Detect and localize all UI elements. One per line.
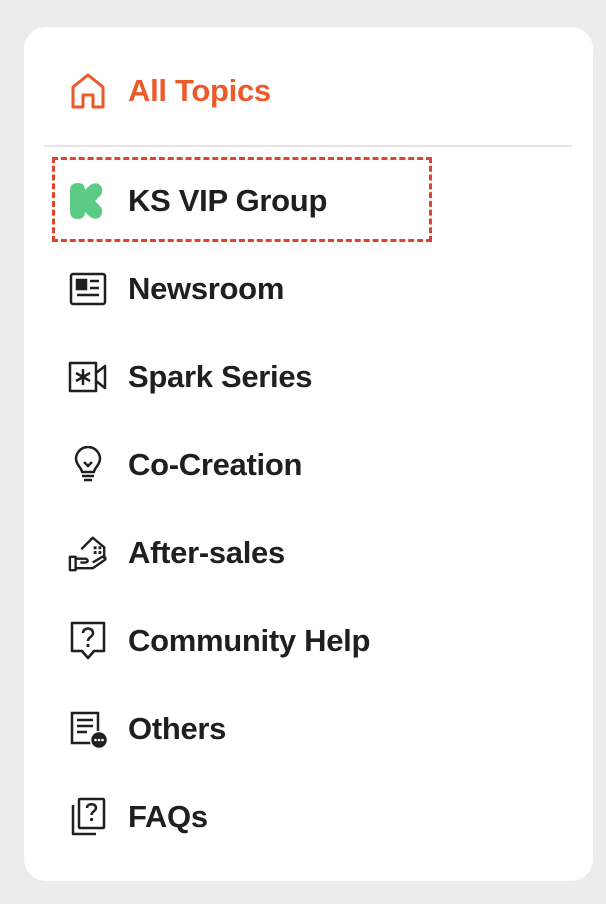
menu-item-label: All Topics [128, 73, 271, 108]
menu-item-label: Newsroom [128, 271, 285, 306]
menu-item-faqs[interactable]: FAQs [68, 789, 548, 845]
question-cards-icon [68, 797, 108, 837]
document-more-icon [68, 709, 108, 749]
topics-panel: All Topics KS VIP Group Newsroom Spark S… [24, 27, 593, 881]
menu-item-label: Spark Series [128, 359, 313, 394]
menu-item-label: Community Help [128, 623, 371, 658]
divider [44, 145, 572, 147]
menu-item-co-creation[interactable]: Co-Creation [68, 437, 548, 493]
menu-item-label: FAQs [128, 799, 208, 834]
menu-item-newsroom[interactable]: Newsroom [68, 261, 548, 317]
menu-item-community-help[interactable]: Community Help [68, 613, 548, 669]
menu-item-label: KS VIP Group [128, 183, 328, 218]
menu-item-label: After-sales [128, 535, 285, 570]
ks-logo-icon [68, 181, 108, 221]
newspaper-icon [68, 269, 108, 309]
menu-item-ks-vip-group[interactable]: KS VIP Group [68, 173, 548, 229]
lightbulb-icon [68, 445, 108, 485]
menu-item-label: Co-Creation [128, 447, 303, 482]
menu-item-after-sales[interactable]: After-sales [68, 525, 548, 581]
question-bubble-icon [68, 621, 108, 661]
home-icon [68, 71, 108, 111]
menu-item-others[interactable]: Others [68, 701, 548, 757]
video-camera-icon [68, 357, 108, 397]
menu-item-all-topics[interactable]: All Topics [68, 63, 548, 119]
hand-house-icon [68, 533, 108, 573]
menu-item-label: Others [128, 711, 227, 746]
menu-item-spark-series[interactable]: Spark Series [68, 349, 548, 405]
